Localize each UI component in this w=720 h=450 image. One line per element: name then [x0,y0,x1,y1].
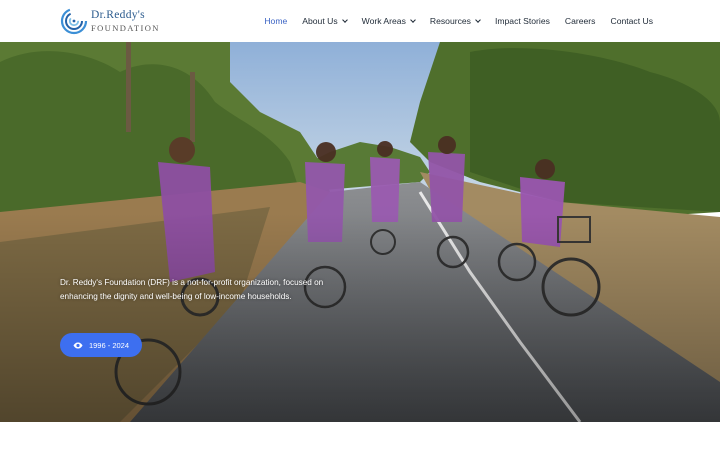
nav-item-resources[interactable]: Resources [429,16,481,26]
nav-label: Work Areas [361,16,406,26]
chevron-down-icon [341,17,348,23]
nav-item-careers[interactable]: Careers [565,16,596,26]
nav-label: Resources [429,16,471,26]
nav-item-contact-us[interactable]: Contact Us [610,16,653,26]
logo-line-2: FOUNDATION [91,22,160,33]
hero-section: Dr. Reddy's Foundation (DRF) is a not-fo… [0,42,720,422]
nav-label: Impact Stories [494,16,550,26]
page-bottom-area [0,422,720,450]
logo-line-1: Dr.Reddy's [91,9,145,21]
chevron-down-icon [475,17,481,23]
nav-item-work-areas[interactable]: Work Areas [361,16,416,26]
nav-item-about-us[interactable]: About Us [302,16,348,26]
nav-label: Careers [564,16,596,26]
site-header: Dr.Reddy's FOUNDATION Home About Us Work… [0,0,720,42]
timeline-button[interactable]: 1996 - 2024 [60,333,142,357]
eye-icon [73,342,83,348]
hero-photo [0,42,720,422]
nav-label: Home [264,16,288,26]
nav-label: Contact Us [610,16,653,26]
main-navigation: Home About Us Work Areas Resources Impac… [249,0,653,42]
logo-swirl-icon [60,7,88,35]
nav-item-impact-stories[interactable]: Impact Stories [495,16,550,26]
logo-wordmark: Dr.Reddy's FOUNDATION [91,9,160,33]
nav-item-home[interactable]: Home [264,16,287,26]
site-logo[interactable]: Dr.Reddy's FOUNDATION [60,6,170,36]
timeline-button-label: 1996 - 2024 [88,340,130,350]
chevron-down-icon [410,17,416,23]
nav-label: About Us [302,16,338,26]
hero-description: Dr. Reddy's Foundation (DRF) is a not-fo… [60,278,324,301]
